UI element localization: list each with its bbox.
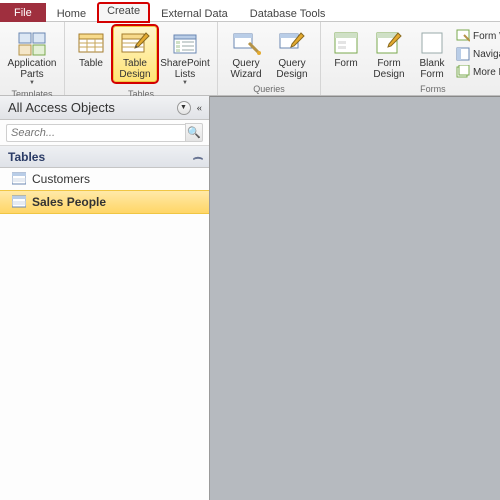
application-parts-label: ApplicationParts [8, 58, 57, 80]
search-container: 🔍 [0, 120, 209, 146]
nav-item-label: Customers [32, 172, 90, 186]
tab-home[interactable]: Home [46, 4, 97, 22]
search-input[interactable] [6, 124, 185, 142]
sharepoint-icon [170, 29, 200, 57]
category-tables-header[interactable]: Tables ︽ [0, 146, 209, 168]
tab-database-tools[interactable]: Database Tools [239, 4, 337, 22]
form-wizard-icon [456, 29, 470, 43]
search-button[interactable]: 🔍 [185, 123, 203, 142]
document-stage [210, 96, 500, 500]
form-wizard-label: Form Wizard [473, 31, 500, 42]
table-design-label: TableDesign [119, 58, 150, 80]
navigation-label: Navigation [473, 49, 500, 60]
query-wizard-icon [231, 29, 261, 57]
group-queries-label: Queries [253, 84, 285, 94]
navigation-pane: All Access Objects ▼ « 🔍 Tables ︽ Custom… [0, 96, 210, 500]
tab-external-data[interactable]: External Data [150, 4, 239, 22]
group-forms-label: Forms [420, 84, 446, 94]
blank-form-icon [417, 29, 447, 57]
dropdown-arrow-icon: ▼ [182, 80, 188, 86]
table-label: Table [79, 58, 103, 69]
table-button[interactable]: Table [71, 26, 111, 71]
category-label: Tables [8, 150, 45, 164]
dropdown-arrow-icon: ▼ [29, 80, 35, 86]
ribbon-tabs: File Home Create External Data Database … [0, 0, 500, 22]
search-icon: 🔍 [187, 126, 201, 139]
query-wizard-label: QueryWizard [230, 58, 261, 80]
blank-form-label: BlankForm [419, 58, 444, 80]
more-forms-icon [456, 65, 470, 79]
query-design-button[interactable]: QueryDesign [270, 26, 314, 82]
sharepoint-lists-label: SharePointLists [160, 58, 209, 80]
main-area: All Access Objects ▼ « 🔍 Tables ︽ Custom… [0, 96, 500, 500]
nav-item-sales-people[interactable]: Sales People [0, 190, 209, 214]
ribbon: ApplicationParts ▼ Templates Table Table… [0, 22, 500, 96]
query-design-icon [277, 29, 307, 57]
nav-item-label: Sales People [32, 195, 106, 209]
more-forms-label: More Forms [473, 67, 500, 78]
table-design-icon [120, 29, 150, 57]
navigation-icon [456, 47, 470, 61]
form-wizard-button[interactable]: Form Wizard [453, 28, 500, 44]
form-button[interactable]: Form [327, 26, 365, 71]
navigation-button[interactable]: Navigation▼ [453, 46, 500, 62]
application-parts-icon [17, 29, 47, 57]
application-parts-button[interactable]: ApplicationParts ▼ [6, 26, 58, 88]
form-design-label: FormDesign [373, 58, 404, 80]
sharepoint-lists-button[interactable]: SharePointLists ▼ [159, 26, 211, 88]
form-design-button[interactable]: FormDesign [367, 26, 411, 82]
form-icon [331, 29, 361, 57]
table-design-button[interactable]: TableDesign [113, 26, 157, 82]
group-queries: QueryWizard QueryDesign Queries [218, 22, 321, 95]
table-item-icon [12, 195, 26, 209]
query-design-label: QueryDesign [276, 58, 307, 80]
nav-menu-button[interactable]: ▼ [177, 101, 191, 115]
more-forms-button[interactable]: More Forms▼ [453, 64, 500, 80]
form-label: Form [334, 58, 357, 69]
group-forms: Form FormDesign BlankForm Form Wizard Na… [321, 22, 500, 95]
blank-form-button[interactable]: BlankForm [413, 26, 451, 82]
table-item-icon [12, 172, 26, 186]
query-wizard-button[interactable]: QueryWizard [224, 26, 268, 82]
group-templates: ApplicationParts ▼ Templates [0, 22, 65, 95]
nav-collapse-button[interactable]: « [195, 102, 205, 114]
nav-item-customers[interactable]: Customers [0, 168, 209, 190]
form-design-icon [374, 29, 404, 57]
group-tables: Table TableDesign SharePointLists ▼ Tabl… [65, 22, 218, 95]
table-icon [76, 29, 106, 57]
chevron-up-icon: ︽ [193, 152, 203, 161]
nav-header[interactable]: All Access Objects ▼ « [0, 96, 209, 120]
tab-file[interactable]: File [0, 3, 46, 22]
tab-create[interactable]: Create [97, 2, 150, 23]
nav-title: All Access Objects [8, 100, 115, 115]
